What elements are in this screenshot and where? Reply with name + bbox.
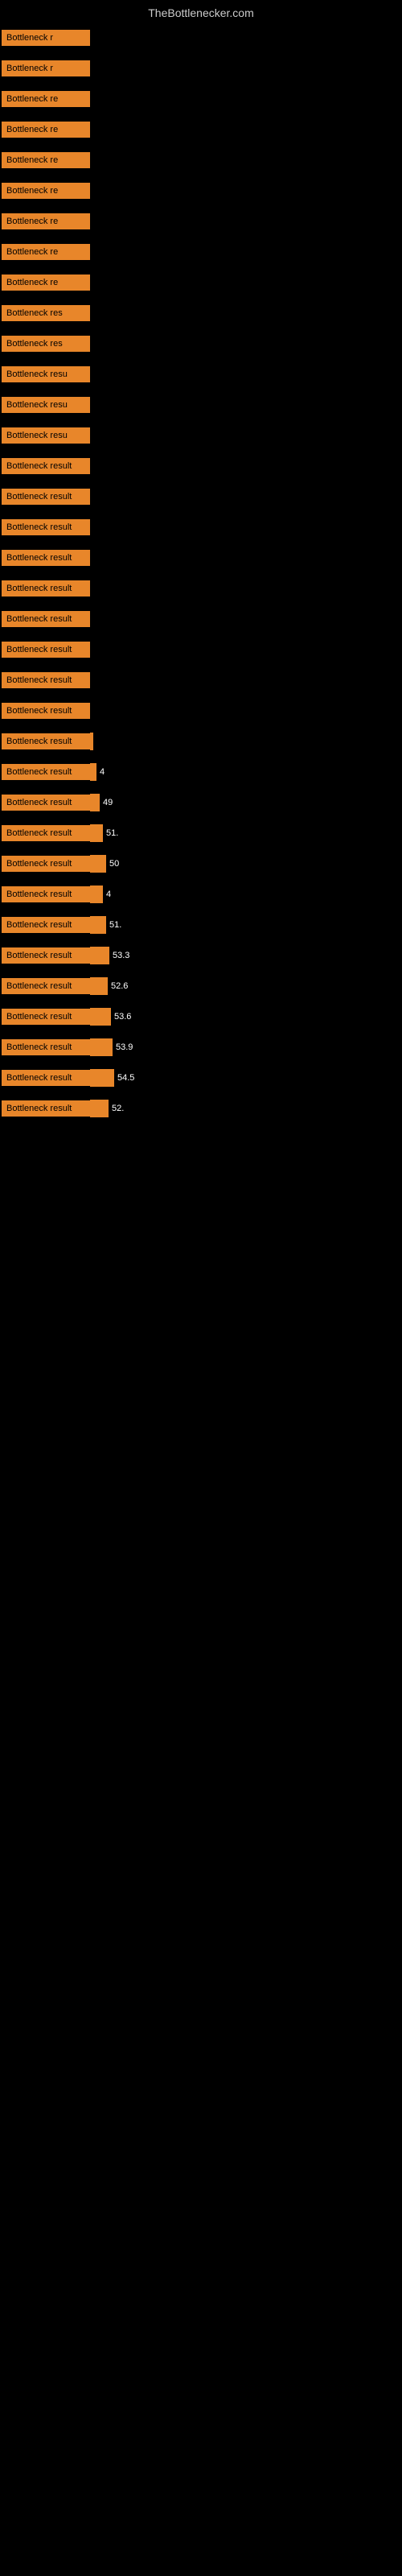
bar-row: Bottleneck resu [0,390,402,420]
bar-label: Bottleneck resu [2,397,90,413]
bar-fill [90,1038,113,1056]
bar-fill [90,947,109,964]
bar-label: Bottleneck result [2,917,90,933]
bar-value: 51. [106,920,121,930]
bars-container: Bottleneck r Bottleneck r Bottleneck re Bot… [0,23,402,1124]
bar-row: Bottleneck result 50 [0,848,402,879]
bar-label: Bottleneck re [2,244,90,260]
bar-row: Bottleneck result 49 [0,787,402,818]
bar-label: Bottleneck result [2,519,90,535]
bar-label: Bottleneck r [2,60,90,76]
bar-row: Bottleneck re [0,145,402,175]
bar-label: Bottleneck result [2,764,90,780]
bar-fill [90,1100,109,1117]
bar-fill [90,824,103,842]
bar-row: Bottleneck result 52. [0,1093,402,1124]
bar-label: Bottleneck result [2,1009,90,1025]
bar-fill [90,794,100,811]
bar-label: Bottleneck result [2,703,90,719]
bar-row: Bottleneck r [0,53,402,84]
bar-label: Bottleneck result [2,672,90,688]
bar-label: Bottleneck resu [2,366,90,382]
bar-row: Bottleneck re [0,114,402,145]
bar-fill [90,916,106,934]
bar-row: Bottleneck re [0,237,402,267]
site-title: TheBottlenecker.com [0,0,402,23]
bar-row: Bottleneck res [0,298,402,328]
bar-row: Bottleneck result 53.6 [0,1001,402,1032]
bar-label: Bottleneck result [2,611,90,627]
bar-row: Bottleneck result 52.6 [0,971,402,1001]
bar-row: Bottleneck result [0,634,402,665]
bar-label: Bottleneck result [2,947,90,964]
bar-row: Bottleneck result [0,573,402,604]
bar-label: Bottleneck res [2,336,90,352]
bar-label: Bottleneck result [2,795,90,811]
bar-row: Bottleneck result [0,604,402,634]
bar-fill [90,886,103,903]
bar-value: 51. [103,828,118,838]
bar-value: 53.9 [113,1042,133,1052]
bar-row: Bottleneck result 53.9 [0,1032,402,1063]
bar-label: Bottleneck re [2,183,90,199]
bar-label: Bottleneck resu [2,427,90,444]
bar-label: Bottleneck res [2,305,90,321]
bar-label: Bottleneck result [2,733,90,749]
bar-fill [90,977,108,995]
bar-row: Bottleneck result 54.5 [0,1063,402,1093]
bar-row: Bottleneck result [0,451,402,481]
bar-label: Bottleneck result [2,825,90,841]
bar-label: Bottleneck result [2,489,90,505]
bar-value: 49 [100,798,113,807]
bar-label: Bottleneck result [2,580,90,597]
bar-value: 50 [106,859,119,869]
bar-value: 4 [96,767,105,777]
bar-label: Bottleneck result [2,978,90,994]
bar-label: Bottleneck result [2,1039,90,1055]
bar-fill [90,733,93,750]
bar-label: Bottleneck result [2,642,90,658]
bar-label: Bottleneck result [2,856,90,872]
bar-fill [90,763,96,781]
bar-row: Bottleneck result [0,665,402,696]
bar-value: 4 [103,890,111,899]
bar-row: Bottleneck res [0,328,402,359]
bar-row: Bottleneck re [0,267,402,298]
bar-fill [90,1008,111,1026]
bar-label: Bottleneck re [2,91,90,107]
bar-label: Bottleneck r [2,30,90,46]
bar-row: Bottleneck result 4 [0,757,402,787]
bar-value: 53.6 [111,1012,131,1022]
bar-label: Bottleneck result [2,550,90,566]
bar-row: Bottleneck re [0,175,402,206]
bar-row: Bottleneck result [0,696,402,726]
bar-fill [90,1069,114,1087]
bar-row: Bottleneck re [0,84,402,114]
bar-row: Bottleneck result 53.3 [0,940,402,971]
bar-fill [90,855,106,873]
bar-row: Bottleneck re [0,206,402,237]
bar-row: Bottleneck result [0,543,402,573]
bar-row: Bottleneck result [0,481,402,512]
bar-row: Bottleneck result [0,512,402,543]
bar-label: Bottleneck result [2,1070,90,1086]
bar-label: Bottleneck result [2,458,90,474]
bar-label: Bottleneck re [2,275,90,291]
bar-label: Bottleneck result [2,1100,90,1117]
bar-row: Bottleneck result 51. [0,910,402,940]
bar-row: Bottleneck r [0,23,402,53]
bar-label: Bottleneck re [2,213,90,229]
bar-value: 52. [109,1104,124,1113]
bar-value: 54.5 [114,1073,134,1083]
bar-label: Bottleneck re [2,122,90,138]
bar-row: Bottleneck resu [0,359,402,390]
bar-row: Bottleneck result 4 [0,879,402,910]
bar-label: Bottleneck result [2,886,90,902]
bar-value: 52.6 [108,981,128,991]
bar-row: Bottleneck result [0,726,402,757]
bar-label: Bottleneck re [2,152,90,168]
bar-row: Bottleneck result 51. [0,818,402,848]
bar-row: Bottleneck resu [0,420,402,451]
bar-value: 53.3 [109,951,129,960]
